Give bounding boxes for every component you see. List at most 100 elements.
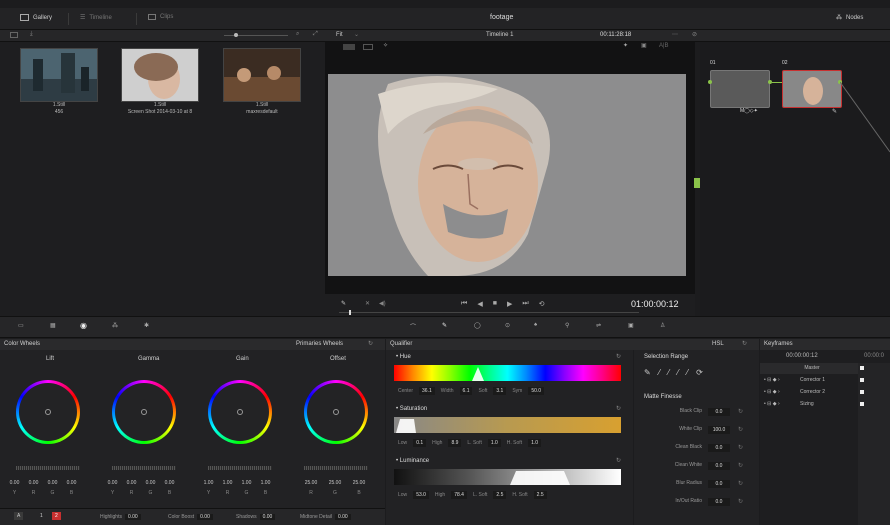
- invert-icon[interactable]: ⟳: [696, 368, 703, 377]
- keyframe-marker[interactable]: [860, 366, 864, 370]
- lift-r-value[interactable]: 0.00: [25, 480, 42, 486]
- search-icon[interactable]: ⌕: [296, 31, 299, 38]
- black-clip-value[interactable]: 0.0: [708, 408, 730, 416]
- still-thumbnail[interactable]: [20, 48, 98, 102]
- saturation-high-value[interactable]: 8.9: [448, 439, 462, 447]
- white-clip-value[interactable]: 100.0: [708, 426, 730, 434]
- lift-master-wheel[interactable]: [16, 466, 80, 470]
- wheel-handle[interactable]: [237, 409, 243, 415]
- reset-icon[interactable]: ↻: [738, 408, 743, 415]
- offset-r-value[interactable]: 25.00: [300, 480, 322, 486]
- page-1-button[interactable]: 1: [40, 513, 43, 519]
- reset-icon[interactable]: ↻: [368, 339, 373, 350]
- clean-white-value[interactable]: 0.0: [708, 462, 730, 470]
- color-match-icon[interactable]: ▦: [50, 322, 56, 329]
- nodes-button[interactable]: ⁂ Nodes: [836, 14, 863, 22]
- sparkle-icon[interactable]: ✦: [623, 42, 628, 49]
- scrubber-track[interactable]: [339, 312, 639, 313]
- hue-soft-value[interactable]: 3.1: [493, 387, 507, 395]
- keyframe-marker[interactable]: [860, 390, 864, 394]
- offset-b-value[interactable]: 25.00: [348, 480, 370, 486]
- still-thumbnail[interactable]: [121, 48, 199, 102]
- saturation-low-value[interactable]: 0.1: [413, 439, 427, 447]
- motion-effects-icon[interactable]: ✱: [144, 322, 149, 329]
- playhead[interactable]: [349, 310, 351, 315]
- reset-icon[interactable]: ↻: [616, 457, 621, 464]
- highlights-field[interactable]: Highlights 0.00: [100, 514, 141, 520]
- pen-tool-icon[interactable]: ✎: [341, 300, 346, 307]
- timeline-dropdown[interactable]: Timeline 1: [486, 32, 513, 38]
- layout-icon[interactable]: [10, 32, 18, 38]
- gain-y-value[interactable]: 1.00: [200, 480, 217, 486]
- reset-icon[interactable]: ↻: [742, 339, 747, 350]
- wheels-mode-dropdown[interactable]: Primaries Wheels: [296, 339, 343, 350]
- gain-r-value[interactable]: 1.00: [219, 480, 236, 486]
- more-icon[interactable]: ⋯: [672, 31, 678, 38]
- gamma-r-value[interactable]: 0.00: [123, 480, 140, 486]
- reset-icon[interactable]: ↻: [738, 462, 743, 469]
- loop-icon[interactable]: ⟲: [539, 300, 545, 308]
- split-icon[interactable]: [343, 44, 355, 50]
- keyframe-marker[interactable]: [860, 378, 864, 382]
- offset-master-wheel[interactable]: [304, 466, 368, 470]
- hue-sym-value[interactable]: 50.0: [528, 387, 545, 395]
- clean-black-value[interactable]: 0.0: [708, 444, 730, 452]
- blur-icon[interactable]: ♠: [534, 322, 537, 328]
- rgb-mixer-icon[interactable]: ⁂: [112, 322, 118, 329]
- feather-minus-icon[interactable]: ⁄: [677, 368, 678, 377]
- gamma-b-value[interactable]: 0.00: [161, 480, 178, 486]
- luminance-low-value[interactable]: 53.0: [413, 491, 429, 499]
- gain-wheel[interactable]: [208, 380, 272, 444]
- tracker-icon[interactable]: ⊙: [505, 322, 510, 329]
- gallery-tab[interactable]: Gallery: [20, 14, 52, 21]
- play-icon[interactable]: ▶: [507, 300, 512, 308]
- luminance-lsoft-value[interactable]: 2.5: [493, 491, 507, 499]
- gamma-wheel[interactable]: [112, 380, 176, 444]
- expand-icon[interactable]: ⤢: [313, 31, 318, 38]
- camera-raw-icon[interactable]: ▭: [18, 322, 24, 329]
- timeline-tab[interactable]: ☰ Timeline: [80, 14, 112, 22]
- luminance-range-bar[interactable]: [394, 469, 621, 485]
- audio-icon[interactable]: ◀): [379, 300, 386, 307]
- stereo-icon[interactable]: ♙: [660, 322, 665, 329]
- key-icon[interactable]: ⚲: [565, 322, 569, 329]
- blur-radius-value[interactable]: 0.0: [708, 480, 730, 488]
- feather-plus-icon[interactable]: ⁄: [687, 368, 688, 377]
- ab-icon[interactable]: A|B: [659, 43, 669, 49]
- gamma-master-wheel[interactable]: [112, 466, 176, 470]
- gain-b-value[interactable]: 1.00: [257, 480, 274, 486]
- wheel-handle[interactable]: [141, 409, 147, 415]
- reset-icon[interactable]: ↻: [738, 426, 743, 433]
- wipe-icon[interactable]: [363, 44, 373, 50]
- midtone-detail-value[interactable]: 0.00: [334, 514, 351, 520]
- midtone-detail-field[interactable]: Midtone Detail 0.00: [300, 514, 351, 520]
- camera-icon[interactable]: ▣: [641, 42, 647, 49]
- hue-range-bar[interactable]: [394, 365, 621, 381]
- shadows-value[interactable]: 0.00: [259, 514, 276, 520]
- saturation-range-bar[interactable]: [394, 417, 621, 433]
- download-icon[interactable]: ⤓: [30, 31, 33, 38]
- skip-forward-icon[interactable]: ⏭: [522, 300, 528, 308]
- reverse-icon[interactable]: ◀: [477, 300, 482, 308]
- clips-tab[interactable]: Clips: [148, 14, 173, 20]
- reset-icon[interactable]: ↻: [738, 480, 743, 487]
- gain-g-value[interactable]: 1.00: [238, 480, 255, 486]
- node-02[interactable]: [782, 70, 842, 108]
- reset-icon[interactable]: ↻: [616, 405, 621, 412]
- close-icon[interactable]: ✕: [365, 300, 370, 307]
- color-wheels-icon[interactable]: ◉: [80, 321, 87, 330]
- input-connector[interactable]: [694, 178, 700, 188]
- reset-icon[interactable]: ↻: [616, 353, 621, 360]
- saturation-hsoft-value[interactable]: 1.0: [528, 439, 542, 447]
- gamma-g-value[interactable]: 0.00: [142, 480, 159, 486]
- highlights-value[interactable]: 0.00: [124, 514, 141, 520]
- hue-width-value[interactable]: 6.1: [459, 387, 473, 395]
- node-input[interactable]: [708, 80, 712, 84]
- node-01[interactable]: [710, 70, 770, 108]
- lift-b-value[interactable]: 0.00: [63, 480, 80, 486]
- window-icon[interactable]: ◯: [474, 322, 481, 329]
- luminance-high-value[interactable]: 78.4: [451, 491, 467, 499]
- in-out-ratio-value[interactable]: 0.0: [708, 498, 730, 506]
- gain-master-wheel[interactable]: [208, 466, 272, 470]
- lift-wheel[interactable]: [16, 380, 80, 444]
